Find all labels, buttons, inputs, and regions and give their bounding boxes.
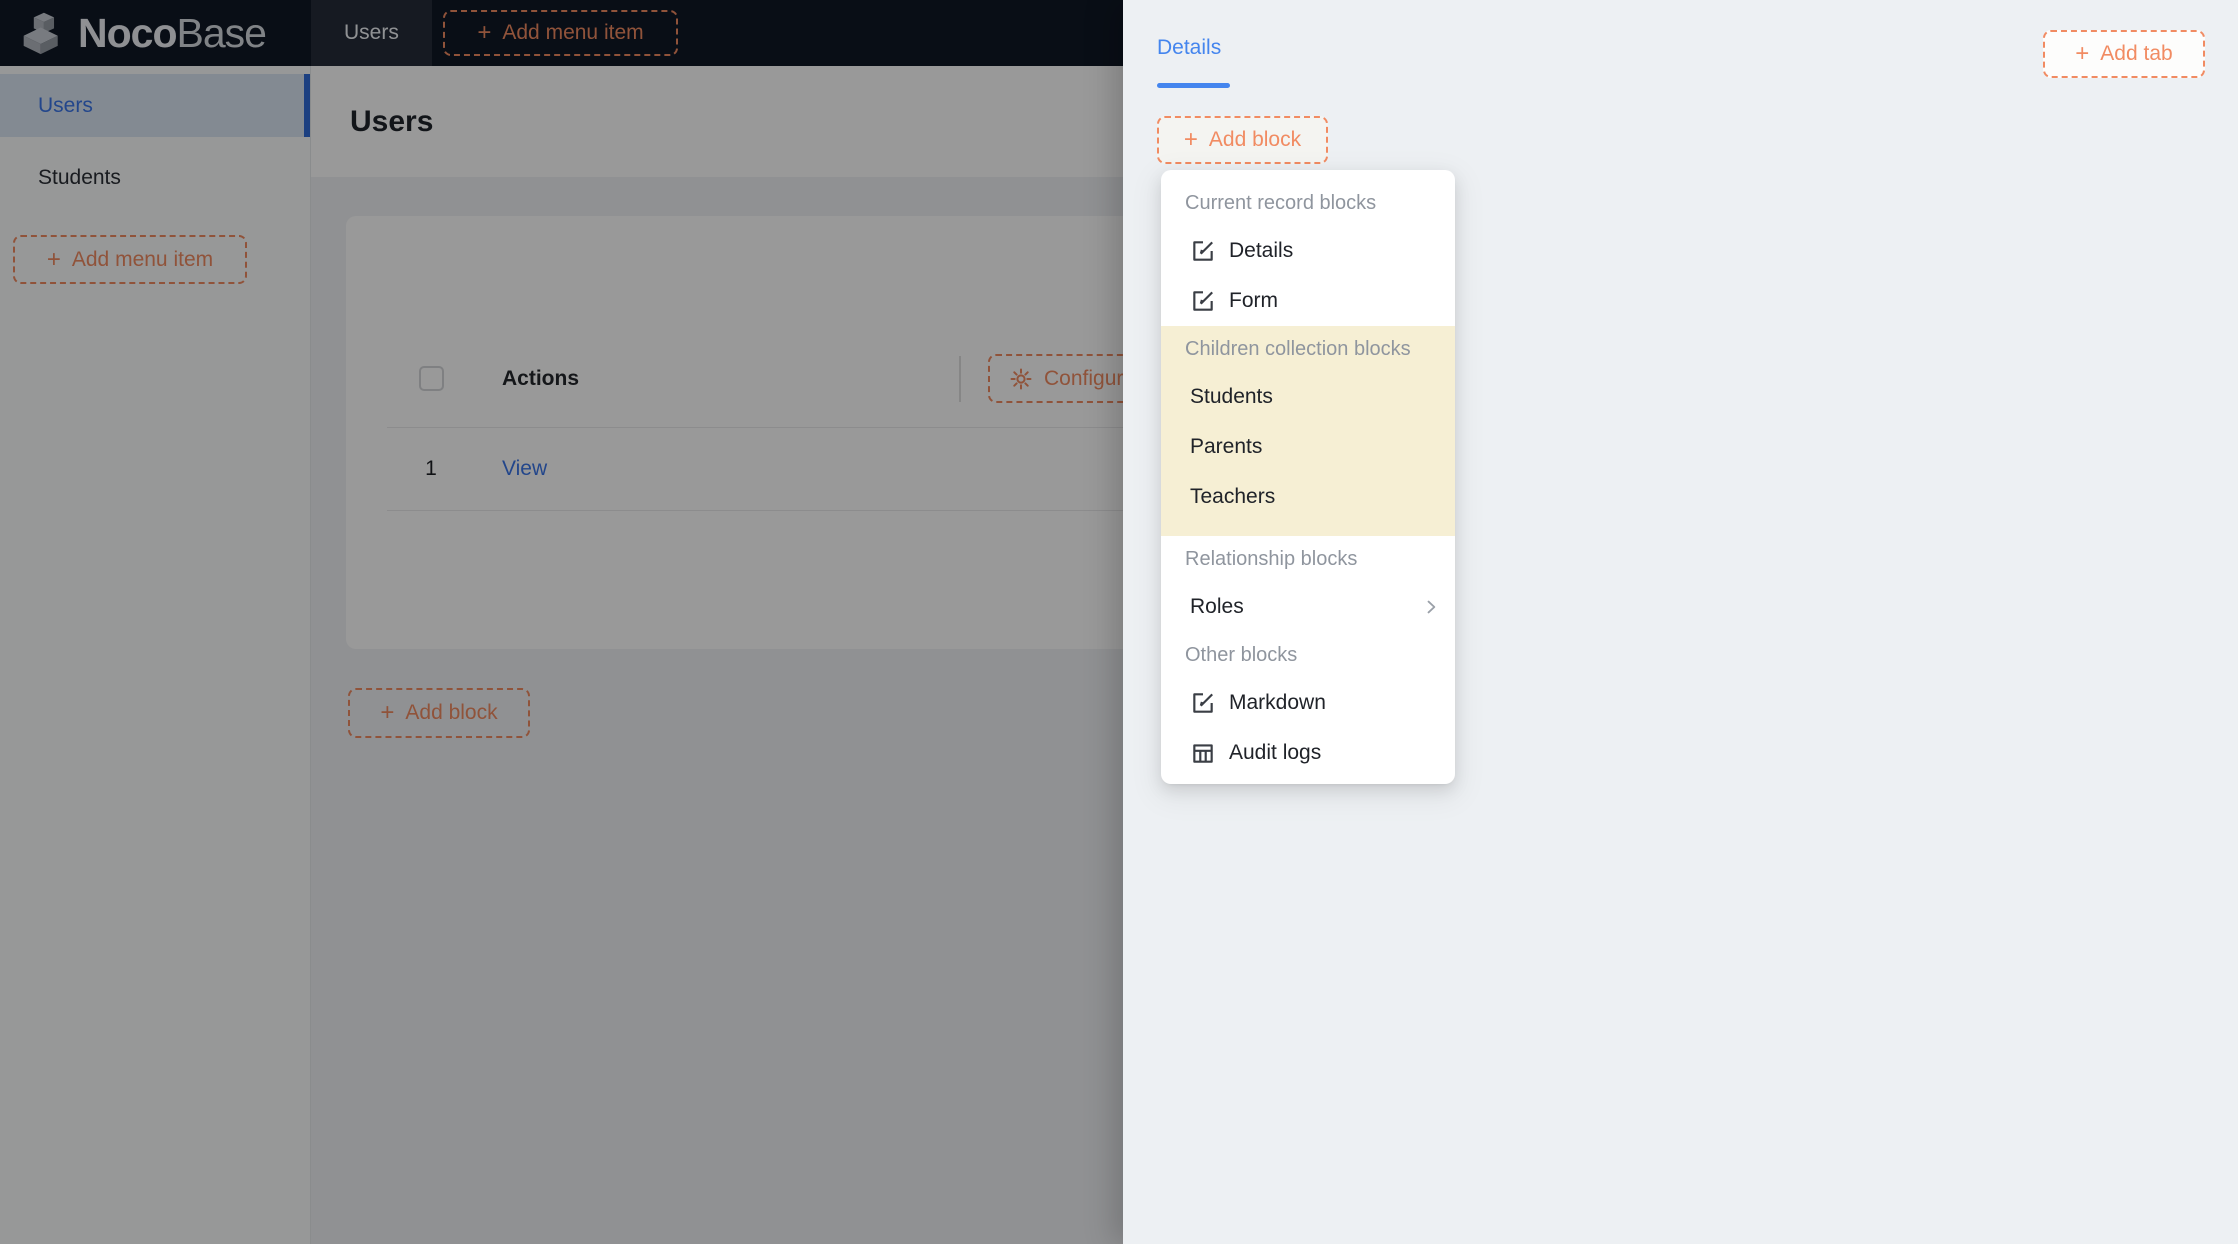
menu-item-audit-logs[interactable]: Audit logs	[1161, 728, 1455, 778]
menu-item-details-label: Details	[1229, 239, 1441, 263]
add-block-menu: Current record blocks Details Form Child…	[1161, 170, 1455, 784]
menu-group-other-blocks: Other blocks	[1161, 632, 1455, 678]
menu-group-children-collection-blocks: Children collection blocks	[1161, 326, 1455, 372]
chevron-right-icon	[1421, 597, 1441, 617]
add-tab-label: Add tab	[2100, 42, 2172, 66]
menu-item-form-label: Form	[1229, 289, 1441, 313]
children-collection-group-highlight: Children collection blocks Students Pare…	[1161, 326, 1455, 536]
drawer-tab-details[interactable]: Details	[1157, 36, 1221, 60]
menu-item-audit-logs-label: Audit logs	[1229, 741, 1441, 765]
menu-item-roles-label: Roles	[1190, 595, 1421, 619]
drawer-tab-details-label: Details	[1157, 36, 1221, 59]
menu-item-markdown[interactable]: Markdown	[1161, 678, 1455, 728]
menu-item-roles[interactable]: Roles	[1161, 582, 1455, 632]
menu-item-parents-label: Parents	[1190, 435, 1441, 459]
menu-item-form[interactable]: Form	[1161, 276, 1455, 326]
drawer-add-block-label: Add block	[1209, 128, 1301, 152]
table-icon	[1190, 740, 1216, 766]
plus-icon: +	[2075, 42, 2089, 66]
menu-item-students-label: Students	[1190, 385, 1441, 409]
active-tab-underline	[1157, 83, 1230, 88]
edit-icon	[1190, 238, 1216, 264]
menu-item-parents[interactable]: Parents	[1161, 422, 1455, 472]
menu-item-students[interactable]: Students	[1161, 372, 1455, 422]
drawer-add-block-button[interactable]: + Add block	[1157, 116, 1328, 164]
plus-icon: +	[1184, 128, 1198, 152]
menu-group-relationship-blocks: Relationship blocks	[1161, 536, 1455, 582]
menu-group-current-record-blocks: Current record blocks	[1161, 180, 1455, 226]
edit-icon	[1190, 288, 1216, 314]
menu-item-markdown-label: Markdown	[1229, 691, 1441, 715]
add-tab-button[interactable]: + Add tab	[2043, 30, 2205, 78]
menu-item-teachers-label: Teachers	[1190, 485, 1441, 509]
edit-icon	[1190, 690, 1216, 716]
menu-item-teachers[interactable]: Teachers	[1161, 472, 1455, 522]
menu-item-details[interactable]: Details	[1161, 226, 1455, 276]
